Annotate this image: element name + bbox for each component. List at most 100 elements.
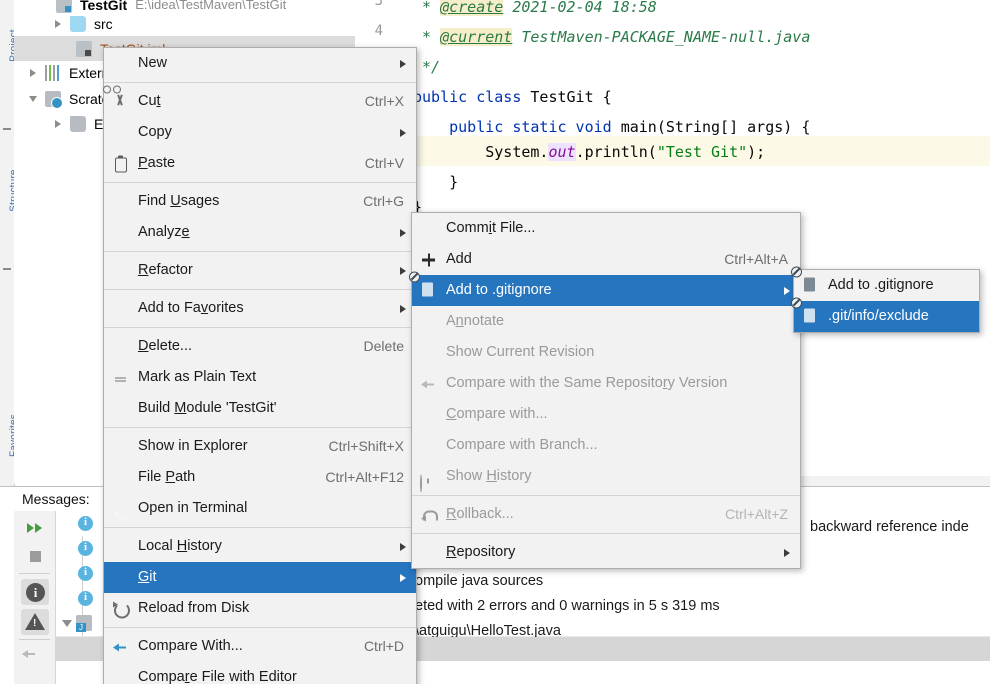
menu-item-compare-with[interactable]: Compare with... <box>412 399 800 430</box>
java-file-icon <box>76 615 92 632</box>
menu-item-label: Find Usages <box>138 193 220 209</box>
info-filter-icon: i <box>26 583 45 602</box>
menu-item-local-history[interactable]: Local History <box>104 531 416 562</box>
menu-item-build-module-testgit[interactable]: Build Module 'TestGit' <box>104 393 416 424</box>
chevron-right-icon[interactable] <box>55 19 61 28</box>
code-line-5: */ <box>413 58 441 76</box>
filter-warning-button[interactable] <box>21 609 49 635</box>
messages-title: Messages: <box>22 491 90 507</box>
menu-item-label: Add to .gitignore <box>446 282 552 298</box>
tree-row-src[interactable]: src <box>14 11 355 36</box>
chevron-down-icon[interactable] <box>62 620 72 627</box>
menu-item-annotate[interactable]: Annotate <box>412 306 800 337</box>
menu-item-shortcut: Ctrl+Alt+A <box>724 251 788 267</box>
menu-item-label: Cut <box>138 93 161 109</box>
folder-grey-icon <box>70 115 86 132</box>
menu-item-repository[interactable]: Repository <box>412 537 800 568</box>
menu-item-compare-with-branch[interactable]: Compare with Branch... <box>412 430 800 461</box>
menu-item-show-history[interactable]: Show History <box>412 461 800 492</box>
menu-item-label: Show History <box>446 468 532 484</box>
chevron-down-icon[interactable] <box>29 95 37 102</box>
chevron-right-icon <box>784 548 790 557</box>
menu-item-reload-from-disk[interactable]: Reload from Disk <box>104 593 416 624</box>
menu-item-compare-with[interactable]: Compare With... Ctrl+D <box>104 631 416 662</box>
info-icon <box>78 591 93 606</box>
info-icon <box>78 516 93 531</box>
menu-item-compare-with-the-same-repository-version[interactable]: Compare with the Same Repository Version <box>412 368 800 399</box>
file-context-menu[interactable]: New Cut Ctrl+X Copy Paste Ctrl+V Find Usages Ct… <box>103 47 417 684</box>
menu-item-git[interactable]: Git <box>104 562 416 593</box>
menu-item-label: Compare File with Editor <box>138 669 297 684</box>
chevron-right-icon <box>400 573 406 582</box>
menu-item-copy[interactable]: Copy <box>104 117 416 148</box>
menu-item-shortcut: Ctrl+V <box>364 155 404 171</box>
menu-item-file-path[interactable]: File Path Ctrl+Alt+F12 <box>104 462 416 493</box>
menu-item-label: Annotate <box>446 313 505 329</box>
menu-item-refactor[interactable]: Refactor <box>104 255 416 286</box>
menu-item-label: Refactor <box>138 262 193 278</box>
menu-item-commit-file[interactable]: Commit File... <box>412 213 800 244</box>
menu-item-paste[interactable]: Paste Ctrl+V <box>104 148 416 179</box>
menu-item-cut[interactable]: Cut Ctrl+X <box>103 85 416 117</box>
menu-item-shortcut: Ctrl+D <box>363 638 404 654</box>
menu-item-new[interactable]: New <box>104 48 416 79</box>
menu-item-label: Show in Explorer <box>138 438 248 454</box>
menu-separator <box>104 327 416 328</box>
chevron-right-icon <box>784 286 790 295</box>
menu-item-open-in-terminal[interactable]: Open in Terminal <box>104 493 416 524</box>
info-icon <box>78 566 93 581</box>
menu-item-shortcut: Ctrl+Alt+F12 <box>325 469 404 485</box>
menu-item-label: New <box>138 55 168 71</box>
gitignore-submenu[interactable]: Add to .gitignore .git/info/exclude <box>791 266 980 333</box>
menu-separator <box>104 182 416 183</box>
chevron-right-icon[interactable] <box>55 119 61 128</box>
menu-item-add[interactable]: Add Ctrl+Alt+A <box>412 244 800 275</box>
menu-item-add-to-favorites[interactable]: Add to Favorites <box>104 293 416 324</box>
code-line-4: * @current TestMaven-PACKAGE_NAME-null.j… <box>413 28 811 46</box>
git-submenu[interactable]: Commit File... Add Ctrl+Alt+A Add to .gitig… <box>409 212 801 569</box>
menu-item-rollback[interactable]: Rollback... Ctrl+Alt+Z <box>412 499 800 530</box>
menu-item-label: Delete... <box>138 338 193 354</box>
menu-item-show-in-explorer[interactable]: Show in Explorer Ctrl+Shift+X <box>104 431 416 462</box>
menu-item-label: Compare With... <box>138 638 243 654</box>
collapse-button[interactable] <box>21 645 49 671</box>
menu-item-delete[interactable]: Delete... Delete <box>104 331 416 362</box>
menu-item-label: Mark as Plain Text <box>138 369 257 385</box>
menu-item-label: Repository <box>446 544 516 560</box>
menu-separator <box>104 82 416 83</box>
menu-separator <box>104 427 416 428</box>
menu-item-label: Build Module 'TestGit' <box>138 400 277 416</box>
chevron-right-icon <box>400 59 406 68</box>
menu-item-label: Add to Favorites <box>138 300 244 316</box>
menu-item-compare-file-with-editor[interactable]: Compare File with Editor <box>104 662 416 684</box>
menu-item-label: Compare with... <box>446 406 548 422</box>
menu-item-find-usages[interactable]: Find Usages Ctrl+G <box>104 186 416 217</box>
menu-item-show-current-revision[interactable]: Show Current Revision <box>412 337 800 368</box>
menu-item-label: Git <box>138 569 157 585</box>
chevron-right-icon[interactable] <box>30 68 36 77</box>
output-right-fragment: backward reference inde <box>810 519 969 535</box>
menu-item-analyze[interactable]: Analyze <box>104 217 416 248</box>
menu-separator <box>104 527 416 528</box>
folder-icon <box>70 15 86 32</box>
menu-item-label: Analyze <box>138 224 190 240</box>
code-line-7: public class TestGit { <box>413 88 612 106</box>
tree-label: src <box>94 15 113 32</box>
line-number: 3 <box>374 0 383 9</box>
filter-info-button[interactable]: i <box>21 579 49 605</box>
menu-item-label: Add <box>446 251 472 267</box>
chevron-right-icon <box>400 266 406 275</box>
menu-item-mark-as-plain-text[interactable]: Mark as Plain Text <box>104 362 416 393</box>
menu-separator <box>104 251 416 252</box>
scratches-icon <box>45 90 63 109</box>
messages-toolbar: i <box>14 511 56 684</box>
menu-item-label: Copy <box>138 124 172 140</box>
ide-window: Project Structure Favorites TestGit E:\i… <box>0 0 990 684</box>
menu-item-label: .git/info/exclude <box>828 308 929 324</box>
menu-item-add-to-gitignore[interactable]: Add to .gitignore <box>791 266 979 301</box>
stop-button[interactable] <box>21 543 49 569</box>
menu-item-add-to-gitignore[interactable]: Add to .gitignore <box>409 271 800 306</box>
menu-item-git-info-exclude[interactable]: .git/info/exclude <box>791 297 979 332</box>
rerun-button[interactable] <box>21 515 49 541</box>
output-line: eted with 2 errors and 0 warnings in 5 s… <box>415 598 720 614</box>
